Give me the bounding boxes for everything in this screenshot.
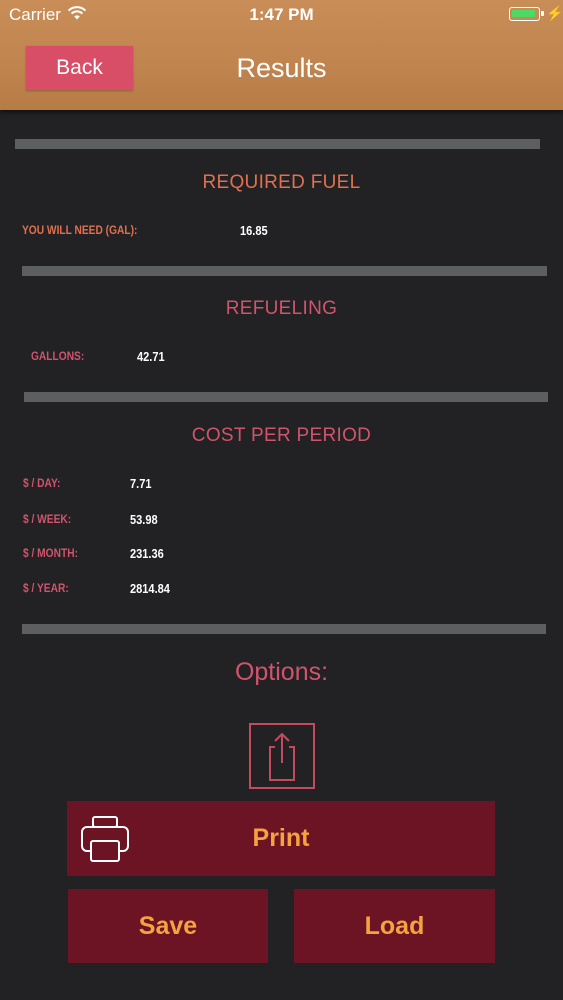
cost-week-label: $ / WEEK: — [23, 512, 72, 526]
cost-year-value: 2814.84 — [130, 581, 170, 596]
cost-week-value: 53.98 — [130, 512, 158, 527]
page-title: Results — [236, 53, 327, 83]
save-label: Save — [138, 912, 198, 940]
charging-bolt-icon: ⚡ — [546, 5, 563, 21]
status-time: 1:47 PM — [249, 5, 314, 24]
cost-day-value: 7.71 — [130, 476, 152, 491]
divider-bottom — [22, 624, 546, 634]
cost-per-period-title: COST PER PERIOD — [191, 425, 372, 446]
divider-refueling — [22, 266, 547, 276]
cost-month-value: 231.36 — [130, 546, 164, 561]
divider-cost — [24, 392, 548, 402]
cost-year-label: $ / YEAR: — [23, 581, 69, 595]
cost-day-label: $ / DAY: — [23, 476, 61, 490]
gallons-value: 42.71 — [137, 349, 165, 364]
cost-month-label: $ / MONTH: — [23, 546, 78, 560]
gallons-label: GALLONS: — [31, 349, 85, 363]
share-button[interactable] — [249, 723, 315, 789]
divider-top — [15, 139, 540, 149]
load-label: Load — [364, 912, 425, 940]
required-fuel-label: YOU WILL NEED (GAL): — [22, 223, 138, 237]
load-button[interactable]: Load — [294, 889, 495, 963]
battery-icon — [509, 7, 544, 21]
refueling-title: REFUELING — [225, 298, 338, 319]
navigation-bar: Carrier 1:47 PM ⚡ Back Results — [0, 0, 563, 110]
options-title: Options: — [234, 658, 329, 686]
required-fuel-value: 16.85 — [240, 223, 268, 238]
print-label: Print — [252, 824, 310, 852]
required-fuel-title: REQUIRED FUEL — [202, 172, 361, 193]
print-button[interactable]: Print — [67, 801, 495, 876]
share-icon — [269, 732, 295, 781]
save-button[interactable]: Save — [68, 889, 268, 963]
status-bar: Carrier 1:47 PM ⚡ — [0, 0, 563, 30]
